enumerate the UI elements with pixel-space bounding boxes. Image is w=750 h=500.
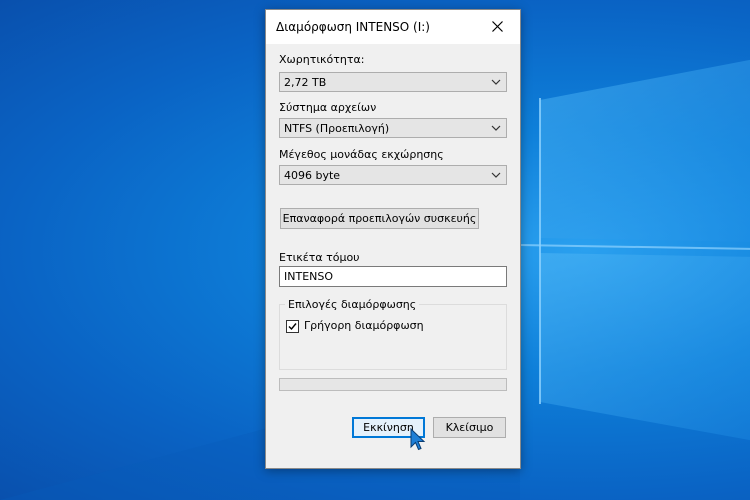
close-button[interactable]: Κλείσιμο	[433, 417, 506, 438]
filesystem-label: Σύστημα αρχείων	[279, 101, 377, 114]
format-options-group	[279, 304, 507, 370]
filesystem-select[interactable]: NTFS (Προεπιλογή)	[279, 118, 507, 138]
format-progress-bar	[279, 378, 507, 391]
close-window-button[interactable]	[476, 10, 520, 44]
capacity-label: Χωρητικότητα:	[279, 53, 365, 66]
capacity-value: 2,72 TB	[284, 76, 327, 89]
volume-label-value: INTENSO	[284, 270, 334, 283]
capacity-select[interactable]: 2,72 TB	[279, 72, 507, 92]
dialog-title: Διαμόρφωση INTENSO (I:)	[276, 20, 430, 34]
volume-label-input[interactable]: INTENSO	[279, 266, 507, 287]
allocation-label: Μέγεθος μονάδας εκχώρησης	[279, 148, 444, 161]
chevron-down-icon	[491, 172, 501, 178]
chevron-down-icon	[491, 79, 501, 85]
quick-format-label[interactable]: Γρήγορη διαμόρφωση	[304, 319, 424, 332]
filesystem-value: NTFS (Προεπιλογή)	[284, 122, 390, 135]
format-options-label: Επιλογές διαμόρφωσης	[285, 298, 420, 311]
format-dialog: Διαμόρφωση INTENSO (I:) Χωρητικότητα: 2,…	[265, 9, 521, 469]
allocation-value: 4096 byte	[284, 169, 341, 182]
quick-format-checkbox[interactable]	[286, 320, 299, 333]
mouse-pointer-icon	[410, 428, 426, 451]
checkmark-icon	[288, 323, 297, 331]
chevron-down-icon	[491, 125, 501, 131]
restore-defaults-button[interactable]: Επαναφορά προεπιλογών συσκευής	[280, 208, 479, 229]
allocation-select[interactable]: 4096 byte	[279, 165, 507, 185]
volume-label-label: Ετικέτα τόμου	[279, 251, 360, 264]
title-bar[interactable]: Διαμόρφωση INTENSO (I:)	[266, 10, 520, 44]
close-icon	[492, 21, 503, 32]
